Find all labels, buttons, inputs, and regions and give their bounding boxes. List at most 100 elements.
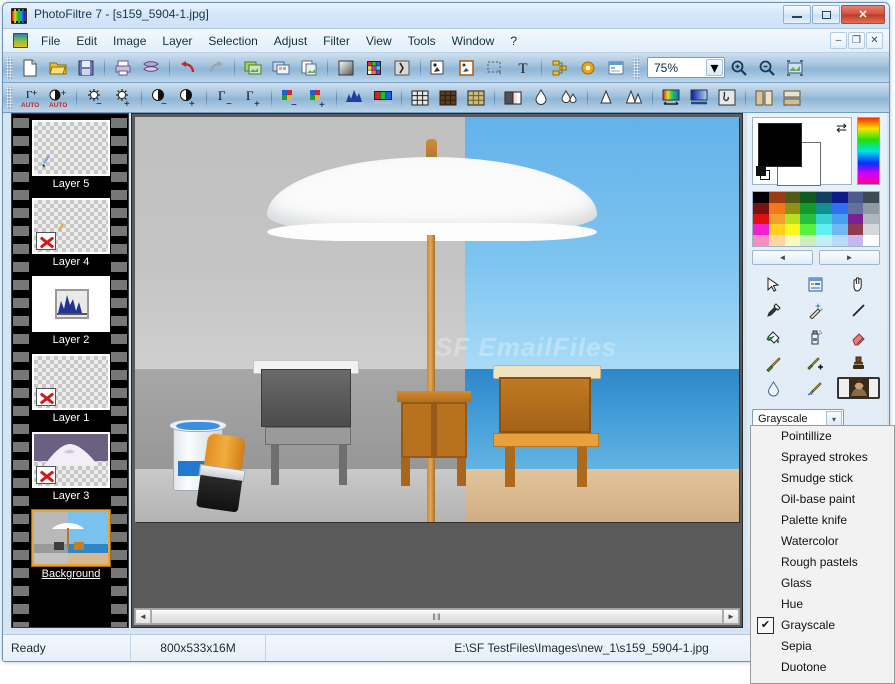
clone-stamp-tool-icon[interactable]	[837, 351, 880, 378]
palette-swatch[interactable]	[816, 224, 832, 235]
mdi-minimize-button[interactable]: –	[830, 32, 847, 49]
transparency-icon[interactable]	[388, 55, 416, 81]
contrast-up-icon[interactable]: +	[174, 85, 202, 111]
layer-item-layer-2[interactable]: Layer 2	[32, 276, 110, 348]
explorer-icon[interactable]	[602, 55, 630, 81]
selection-tool-icon[interactable]	[795, 271, 838, 298]
palette-swatch[interactable]	[785, 214, 801, 225]
palette-swatch[interactable]	[863, 214, 879, 225]
magic-wand-tool-icon[interactable]	[795, 298, 838, 325]
menu-item-selection[interactable]: Selection	[201, 31, 264, 51]
batch-icon[interactable]	[574, 55, 602, 81]
spray-can-tool-icon[interactable]	[795, 324, 838, 351]
layer-item-layer-4[interactable]: Layer 4	[32, 198, 110, 270]
palette-swatch[interactable]	[848, 203, 864, 214]
frame-icon[interactable]	[453, 55, 481, 81]
effect-dropdown-item[interactable]: Rough pastels	[751, 552, 894, 573]
menu-item-file[interactable]: File	[34, 31, 67, 51]
effect-dropdown-item[interactable]: Hue	[751, 594, 894, 615]
layer-mask-disabled-icon[interactable]	[36, 388, 56, 406]
new-file-icon[interactable]	[16, 55, 44, 81]
menu-item-view[interactable]: View	[359, 31, 399, 51]
copy-image-icon[interactable]	[239, 55, 267, 81]
paint-bucket-tool-icon[interactable]	[752, 324, 795, 351]
palette-swatch[interactable]	[753, 192, 769, 203]
menu-item-image[interactable]: Image	[106, 31, 153, 51]
layer-thumbnail[interactable]	[32, 432, 110, 488]
rgb-channels-icon[interactable]	[369, 85, 397, 111]
foreground-color-swatch[interactable]	[758, 123, 802, 167]
toolbar-grip-zoom[interactable]	[633, 57, 640, 79]
color-palette[interactable]	[752, 191, 880, 247]
gamma-down-icon[interactable]: Γ−	[211, 85, 239, 111]
palette-swatch[interactable]	[753, 235, 769, 246]
palette-prev-button[interactable]: ◄	[752, 250, 813, 265]
zoom-in-icon[interactable]	[725, 55, 753, 81]
palette-swatch[interactable]	[863, 203, 879, 214]
duplicate-image-icon[interactable]	[295, 55, 323, 81]
layers-icon[interactable]	[546, 55, 574, 81]
palette-swatch[interactable]	[863, 235, 879, 246]
palette-swatch[interactable]	[800, 214, 816, 225]
paintbrush-tool-icon[interactable]	[752, 351, 795, 378]
effect-dropdown-item[interactable]: Pointillize	[751, 426, 894, 447]
close-button[interactable]: ✕	[841, 5, 885, 24]
scrollbar-track[interactable]: ‖‖	[151, 609, 723, 624]
menu-item-filter[interactable]: Filter	[316, 31, 357, 51]
blur-more-icon[interactable]	[555, 85, 583, 111]
palette-swatch[interactable]	[816, 192, 832, 203]
palette-swatch[interactable]	[816, 214, 832, 225]
texture-light-icon[interactable]	[462, 85, 490, 111]
layers-filmstrip[interactable]: Layer 5 Layer 4 La	[11, 113, 129, 628]
toolbar-grip[interactable]	[6, 87, 13, 109]
menu-item-adjust[interactable]: Adjust	[267, 31, 314, 51]
palette-swatch[interactable]	[832, 192, 848, 203]
menu-item-layer[interactable]: Layer	[155, 31, 199, 51]
layer-thumbnail[interactable]	[32, 276, 110, 332]
brightness-up-icon[interactable]: +	[109, 85, 137, 111]
redo-icon[interactable]	[202, 55, 230, 81]
save-file-icon[interactable]	[72, 55, 100, 81]
auto-contrast-icon[interactable]: +AUTO	[44, 85, 72, 111]
mdi-close-button[interactable]: ✕	[866, 32, 883, 49]
palette-swatch[interactable]	[753, 203, 769, 214]
smudge-tool-icon[interactable]	[795, 377, 838, 399]
palette-swatch[interactable]	[800, 203, 816, 214]
palette-swatch[interactable]	[769, 224, 785, 235]
effect-dropdown-item[interactable]: Smudge stick	[751, 468, 894, 489]
effect-dropdown-item[interactable]: Watercolor	[751, 531, 894, 552]
palette-swatch[interactable]	[832, 214, 848, 225]
palette-swatch[interactable]	[863, 192, 879, 203]
maximize-button[interactable]	[812, 5, 840, 24]
swap-colors-icon[interactable]: ⇄	[836, 120, 847, 136]
hue-strip[interactable]	[857, 117, 880, 185]
palette-swatch[interactable]	[769, 214, 785, 225]
hand-tool-icon[interactable]	[837, 271, 880, 298]
artistic-effect-tool-icon[interactable]	[837, 377, 880, 399]
gamma-up-icon[interactable]: Γ+	[239, 85, 267, 111]
layer-item-layer-1[interactable]: Layer 1	[32, 354, 110, 426]
palette-swatch[interactable]	[800, 192, 816, 203]
color-selector[interactable]: ⇄	[752, 117, 852, 185]
default-colors-icon[interactable]	[756, 166, 771, 181]
palette-swatch[interactable]	[832, 235, 848, 246]
layer-thumbnail[interactable]	[32, 354, 110, 410]
minimize-button[interactable]	[783, 5, 811, 24]
layer-mask-disabled-icon[interactable]	[36, 466, 56, 484]
menu-item-tools[interactable]: Tools	[401, 31, 443, 51]
auto-levels-icon[interactable]: Γ+AUTO	[16, 85, 44, 111]
palette-swatch[interactable]	[753, 224, 769, 235]
layer-item-layer-5[interactable]: Layer 5	[32, 120, 110, 192]
palette-next-button[interactable]: ►	[819, 250, 880, 265]
scrollbar-thumb[interactable]: ‖‖	[151, 609, 723, 624]
water-drop-tool-icon[interactable]	[752, 377, 795, 399]
effect-dropdown-item[interactable]: Sepia	[751, 636, 894, 657]
layer-thumbnail[interactable]	[32, 198, 110, 254]
menu-item-help[interactable]: ?	[503, 31, 524, 51]
selection-icon[interactable]	[481, 55, 509, 81]
eraser-tool-icon[interactable]	[837, 324, 880, 351]
distort-icon[interactable]	[713, 85, 741, 111]
canvas-horizontal-scrollbar[interactable]: ◄ ‖‖ ►	[134, 608, 740, 625]
layer-item-layer-3[interactable]: Layer 3	[32, 432, 110, 504]
image-canvas[interactable]: SF EmailFiles	[135, 117, 739, 522]
